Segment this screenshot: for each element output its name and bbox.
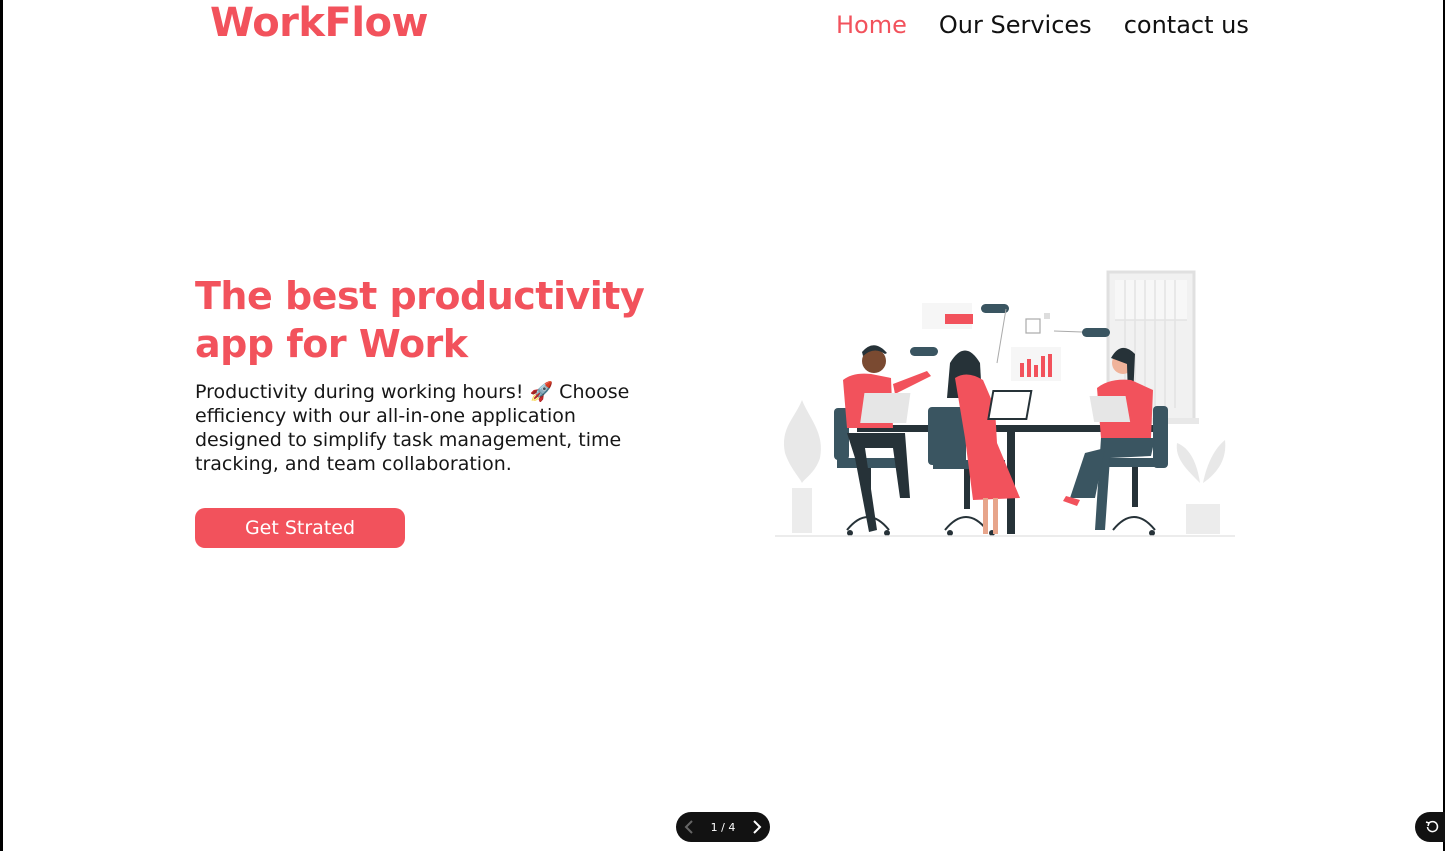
chevron-right-icon[interactable] — [744, 812, 770, 842]
reset-button[interactable] — [1415, 812, 1445, 842]
plant-left — [783, 400, 821, 533]
hero-title: The best productivity app for Work — [195, 274, 645, 366]
main-nav: Home Our Services contact us — [836, 8, 1249, 42]
site-logo[interactable]: WorkFlow — [210, 0, 428, 46]
floating-ui-elements — [910, 303, 1110, 381]
pager-count: 1 / 4 — [710, 820, 736, 834]
chevron-left-icon[interactable] — [676, 812, 702, 842]
hero-description: Productivity during working hours! 🚀 Cho… — [195, 381, 630, 475]
person-left — [843, 345, 931, 532]
window-edge-left — [0, 0, 3, 851]
rotate-ccw-icon — [1425, 820, 1439, 833]
nav-home[interactable]: Home — [836, 8, 907, 42]
plant-right — [1176, 440, 1226, 534]
slide-pager: 1 / 4 — [676, 812, 770, 842]
nav-contact-us[interactable]: contact us — [1124, 8, 1249, 42]
team-meeting-illustration — [775, 270, 1235, 537]
get-started-button[interactable]: Get Strated — [195, 508, 405, 548]
page: WorkFlow Home Our Services contact us Th… — [0, 0, 1445, 851]
nav-our-services[interactable]: Our Services — [939, 8, 1092, 42]
